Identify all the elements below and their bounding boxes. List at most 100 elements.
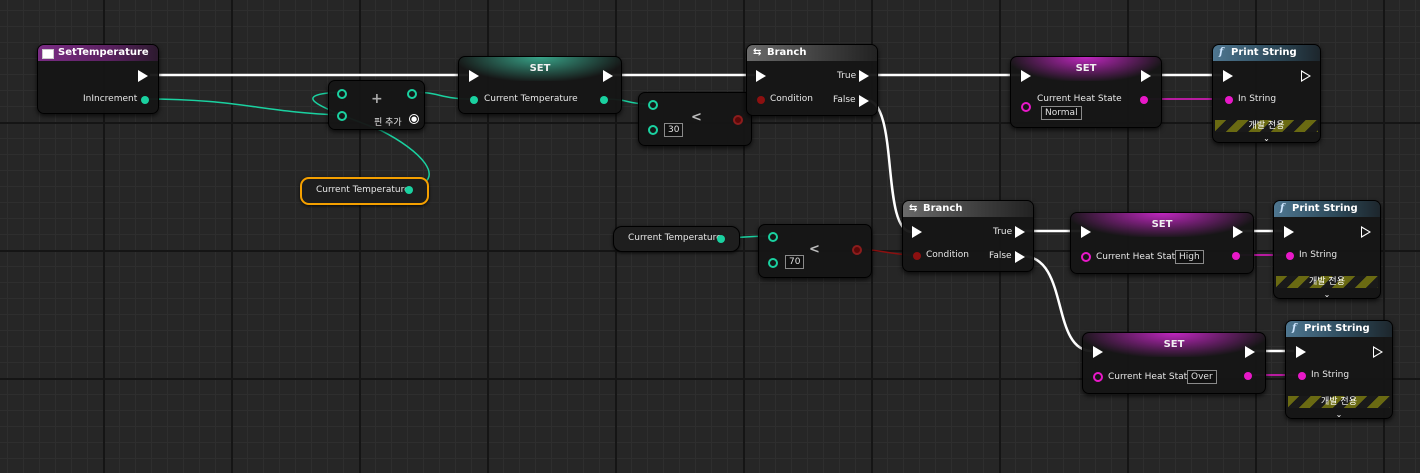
add-pin-icon[interactable]: ● [409, 114, 419, 124]
set-heat-state-high-node[interactable]: SET Current Heat State High [1070, 212, 1254, 274]
branch-node-2[interactable]: ⇆ Branch True Condition False [902, 200, 1034, 272]
branch-true-label: True [837, 71, 857, 81]
exec-out-pin[interactable] [1141, 70, 1151, 82]
print-pin-label: In String [1238, 94, 1277, 104]
bool-in-pin[interactable] [913, 252, 921, 260]
float-wire [143, 98, 342, 116]
expand-chevron-icon[interactable]: ⌄ [1274, 290, 1380, 299]
branch-condition-label: Condition [926, 250, 969, 260]
exec-true-pin[interactable] [859, 70, 869, 82]
dev-only-banner: 개발 전용 [1288, 396, 1390, 408]
exec-false-pin[interactable] [1015, 251, 1025, 263]
exec-in-pin[interactable] [1284, 226, 1294, 238]
getter-label: Current Temperature [316, 185, 410, 195]
print-string-node-2[interactable]: f Print String In String 개발 전용 ⌄ [1273, 200, 1381, 299]
float-in-pin-b[interactable] [648, 125, 658, 135]
bool-out-pin[interactable] [733, 115, 743, 125]
exec-in-pin[interactable] [1081, 226, 1091, 238]
print-title: Print String [1231, 47, 1297, 58]
exec-true-pin[interactable] [1015, 226, 1025, 238]
set-heat-state-over-node[interactable]: SET Current Heat State Over [1082, 332, 1266, 394]
enum-in-pin[interactable] [1021, 102, 1031, 112]
float-in-pin[interactable] [470, 96, 478, 104]
float-in-pin-a[interactable] [648, 100, 658, 110]
enum-value-box[interactable]: Over [1187, 370, 1217, 384]
set-header: SET [1071, 213, 1253, 237]
string-in-pin[interactable] [1298, 372, 1306, 380]
add-node[interactable]: + 핀 추가 ● [328, 80, 425, 130]
exec-out-pin[interactable] [1233, 226, 1243, 238]
compare-value-box[interactable]: 70 [785, 255, 805, 269]
float-in-pin-b[interactable] [768, 258, 778, 268]
set-header: SET [459, 57, 621, 81]
exec-out-pin[interactable] [1373, 346, 1383, 358]
float-out-pin[interactable] [405, 186, 413, 194]
print-string-node-1[interactable]: f Print String In String 개발 전용 ⌄ [1212, 44, 1321, 143]
expand-chevron-icon[interactable]: ⌄ [1286, 410, 1392, 419]
set-pin-label: Current Heat State [1108, 372, 1193, 382]
exec-out-pin[interactable] [1245, 346, 1255, 358]
getter-current-temperature[interactable]: Current Temperature [613, 226, 740, 252]
less-than-operator: < [691, 110, 702, 125]
float-out-pin[interactable] [141, 96, 149, 104]
event-pin-label: InIncrement [83, 94, 138, 104]
event-node-title: SetTemperature [58, 47, 149, 58]
branch-node-1[interactable]: ⇆ Branch True Condition False [746, 44, 878, 116]
enum-value-box[interactable]: High [1175, 250, 1204, 264]
event-node-set-temperature[interactable]: SetTemperature InIncrement [37, 44, 159, 114]
float-out-pin[interactable] [717, 235, 725, 243]
less-than-operator: < [809, 242, 820, 257]
exec-false-pin[interactable] [859, 95, 869, 107]
dev-only-banner: 개발 전용 [1276, 276, 1378, 288]
float-out-pin[interactable] [600, 96, 608, 104]
enum-out-pin[interactable] [1140, 96, 1148, 104]
exec-out-pin[interactable] [138, 70, 148, 82]
exec-in-pin[interactable] [469, 70, 479, 82]
branch-condition-label: Condition [770, 94, 813, 104]
set-pin-label: Current Heat State [1096, 252, 1181, 262]
set-heat-state-normal-node[interactable]: SET Current Heat State Normal [1010, 56, 1162, 128]
dev-only-banner: 개발 전용 [1215, 120, 1318, 132]
enum-value-box[interactable]: Normal [1041, 106, 1082, 120]
exec-in-pin[interactable] [1021, 70, 1031, 82]
compare-node-less-than[interactable]: 70 < [758, 224, 872, 278]
compare-node-less-than[interactable]: 30 < [638, 92, 752, 146]
enum-out-pin[interactable] [1244, 372, 1252, 380]
float-in-pin-b[interactable] [337, 111, 347, 121]
exec-in-pin[interactable] [756, 70, 766, 82]
exec-out-pin[interactable] [1301, 70, 1311, 82]
branch-true-label: True [993, 227, 1013, 237]
float-in-pin-a[interactable] [337, 89, 347, 99]
expand-chevron-icon[interactable]: ⌄ [1213, 134, 1320, 143]
exec-in-pin[interactable] [1296, 346, 1306, 358]
exec-in-pin[interactable] [1093, 346, 1103, 358]
exec-in-pin[interactable] [912, 226, 922, 238]
enum-out-pin[interactable] [1232, 252, 1240, 260]
branch-title: Branch [767, 47, 807, 58]
function-icon: f [1292, 323, 1297, 334]
compare-value-box[interactable]: 30 [664, 123, 684, 137]
add-pin-label[interactable]: 핀 추가 [374, 115, 402, 128]
float-out-pin[interactable] [407, 89, 417, 99]
exec-out-pin[interactable] [603, 70, 613, 82]
exec-out-pin[interactable] [1361, 226, 1371, 238]
print-header: f Print String [1274, 201, 1380, 217]
set-pin-label: Current Temperature [484, 94, 578, 104]
print-header: f Print String [1213, 45, 1320, 61]
float-in-pin-a[interactable] [768, 232, 778, 242]
string-in-pin[interactable] [1286, 252, 1294, 260]
set-header: SET [1083, 333, 1265, 357]
string-in-pin[interactable] [1225, 96, 1233, 104]
function-icon: f [1219, 47, 1224, 58]
enum-in-pin[interactable] [1081, 252, 1091, 262]
bool-out-pin[interactable] [852, 245, 862, 255]
print-string-node-3[interactable]: f Print String In String 개발 전용 ⌄ [1285, 320, 1393, 419]
enum-in-pin[interactable] [1093, 372, 1103, 382]
getter-current-temperature-selected[interactable]: Current Temperature [300, 177, 429, 205]
set-current-temperature-node[interactable]: SET Current Temperature [458, 56, 622, 114]
set-header: SET [1011, 57, 1161, 81]
exec-in-pin[interactable] [1223, 70, 1233, 82]
function-icon: f [1280, 203, 1285, 214]
event-icon [42, 49, 54, 59]
bool-in-pin[interactable] [757, 96, 765, 104]
